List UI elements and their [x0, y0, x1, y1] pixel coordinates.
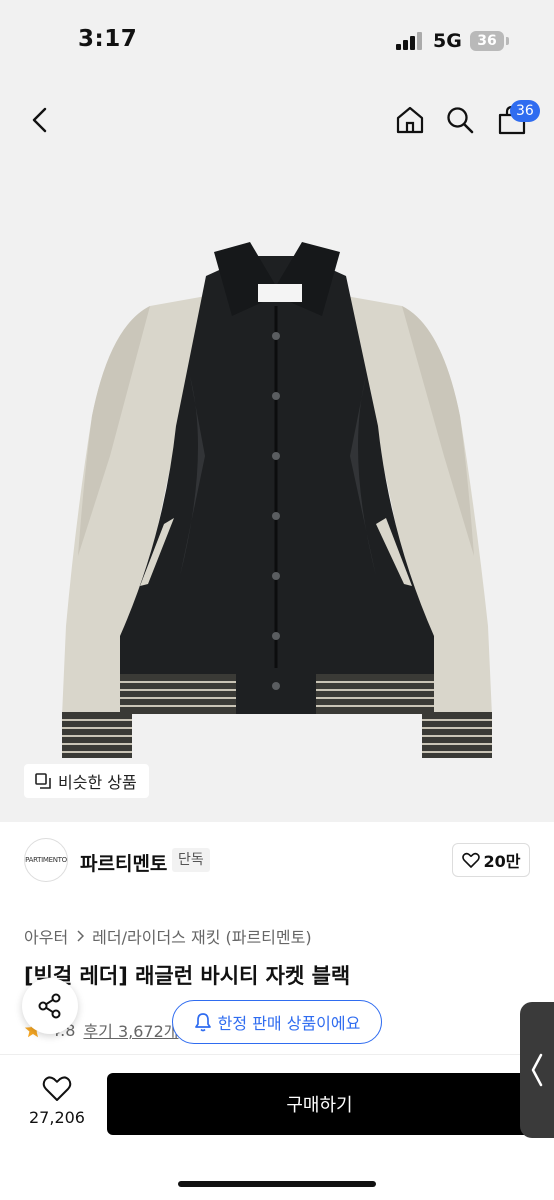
- bottom-bar: 27,206 구매하기: [0, 1055, 554, 1200]
- breadcrumb: 아우터 레더/라이더스 재킷 (파르티멘토): [24, 924, 312, 948]
- breadcrumb-subcategory[interactable]: 레더/라이더스 재킷 (파르티멘토): [92, 924, 311, 948]
- breadcrumb-category[interactable]: 아우터: [24, 924, 68, 948]
- share-icon: [38, 993, 61, 1019]
- brand-like-button[interactable]: 20만: [452, 843, 530, 877]
- status-time: 3:17: [78, 26, 138, 52]
- home-icon: [396, 106, 424, 134]
- share-button[interactable]: [22, 978, 78, 1034]
- review-link[interactable]: 후기 3,672개: [83, 1018, 178, 1042]
- buy-button[interactable]: 구매하기: [107, 1073, 532, 1135]
- brand-like-count: 20만: [483, 852, 521, 871]
- cart-badge: 36: [510, 100, 540, 122]
- chevron-left-icon: [531, 1053, 543, 1087]
- status-bar: 3:17 5G 36: [0, 0, 554, 84]
- back-button[interactable]: [16, 84, 64, 156]
- home-button[interactable]: [386, 84, 434, 156]
- product-title: [빅걸 레더] 래글런 바시티 자켓 블랙: [24, 964, 351, 988]
- jacket-illustration: [62, 242, 492, 758]
- chevron-right-icon: [77, 930, 85, 942]
- back-icon: [32, 107, 47, 133]
- similar-label: 비슷한 상품: [58, 773, 137, 792]
- side-panel-handle[interactable]: [520, 1002, 554, 1138]
- top-nav: [0, 84, 554, 156]
- search-icon: [447, 107, 474, 134]
- brand-logo-text: PARTIMENTO: [25, 856, 67, 864]
- limited-sale-label: 한정 판매 상품이에요: [217, 1014, 361, 1033]
- bell-icon: [194, 1013, 211, 1032]
- network-label: 5G: [433, 30, 462, 52]
- brand-logo[interactable]: PARTIMENTO: [24, 838, 68, 882]
- exclusive-tag: 단독: [172, 848, 210, 872]
- brand-row: PARTIMENTO 파르티멘토 단독 20만: [24, 838, 530, 884]
- product-image[interactable]: 비슷한 상품: [0, 156, 554, 822]
- signal-icon: [396, 32, 424, 50]
- similar-icon: [35, 773, 51, 789]
- similar-products-button[interactable]: 비슷한 상품: [24, 764, 149, 798]
- search-button[interactable]: [436, 84, 484, 156]
- brand-name[interactable]: 파르티멘토: [80, 849, 167, 876]
- wishlist-count: 27,206: [29, 1108, 85, 1127]
- battery-icon: 36: [470, 31, 504, 51]
- heart-icon: [461, 852, 480, 868]
- wishlist-button[interactable]: 27,206: [26, 1075, 88, 1127]
- limited-sale-notice: 한정 판매 상품이에요: [172, 1000, 382, 1044]
- heart-icon: [42, 1076, 72, 1101]
- home-indicator: [178, 1181, 376, 1187]
- battery-tip: [506, 37, 509, 45]
